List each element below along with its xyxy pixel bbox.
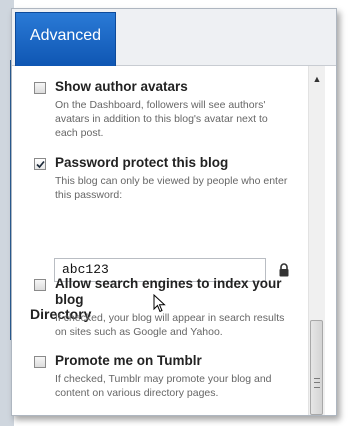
tab-advanced[interactable]: Advanced: [15, 12, 116, 66]
screenshot-stage: Advanced Show author avatars On the Dash…: [0, 0, 359, 426]
show-avatars-description: On the Dashboard, followers will see aut…: [55, 99, 268, 139]
password-protect-label: Password protect this blog: [55, 155, 229, 170]
show-avatars-checkbox[interactable]: [34, 82, 46, 94]
mouse-pointer-icon: [153, 294, 166, 313]
settings-content: Show author avatars On the Dashboard, fo…: [12, 66, 308, 415]
vertical-scrollbar[interactable]: ▲: [308, 66, 325, 415]
chevron-up-icon[interactable]: ▲: [309, 72, 325, 86]
password-protect-description: This blog can only be viewed by people w…: [55, 175, 288, 201]
scrollbar-thumb[interactable]: [310, 320, 323, 415]
panel-header: Advanced: [12, 9, 336, 66]
checkmark-icon: [36, 160, 45, 169]
promote-tumblr-label: Promote me on Tumblr: [55, 353, 202, 368]
promote-tumblr-description: If checked, Tumblr may promote your blog…: [55, 373, 272, 399]
search-engines-label: Allow search engines to index your blog: [55, 276, 282, 307]
search-engines-description: If checked, your blog will appear in sea…: [55, 312, 285, 338]
grip-icon: [314, 378, 320, 388]
show-avatars-label: Show author avatars: [55, 79, 188, 94]
lock-icon: [279, 263, 289, 277]
promote-tumblr-checkbox[interactable]: [34, 356, 46, 368]
settings-panel: Advanced Show author avatars On the Dash…: [11, 8, 337, 416]
search-engines-checkbox[interactable]: [34, 279, 46, 291]
password-protect-checkbox[interactable]: [34, 158, 46, 170]
